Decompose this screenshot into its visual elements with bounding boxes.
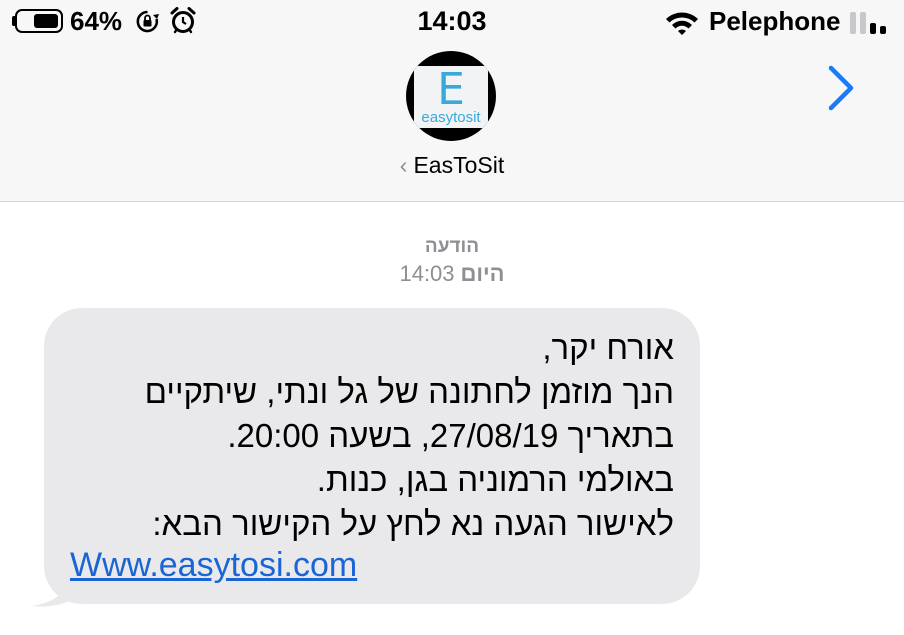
- chevron-left-icon: ‹: [399, 152, 408, 178]
- contact-name-row[interactable]: ‹ EasToSit: [0, 152, 904, 179]
- message-line: הנך מוזמן לחתונה של גל ונתי, שיתקיים: [144, 373, 674, 410]
- message-type-label: הודעה: [424, 236, 480, 257]
- contact-name: EasToSit: [413, 152, 505, 178]
- status-bar: 64% 14:03 Pelephone: [0, 0, 904, 44]
- message-line: בתאריך 27/08/19, בשעה 20:00.: [227, 417, 674, 454]
- avatar-logo: E easytosit: [414, 66, 488, 128]
- avatar-brand: easytosit: [421, 109, 481, 126]
- message-line: באולמי הרמוניה בגן, כנות.: [316, 461, 674, 498]
- message-timestamp: 14:03 היום: [0, 261, 904, 287]
- message-line: אורח יקר,: [542, 329, 674, 366]
- wifi-icon: [666, 12, 698, 35]
- chevron-right-icon[interactable]: [826, 64, 856, 112]
- message-time: 14:03: [399, 261, 455, 286]
- message-line: לאישור הגעה נא לחץ על הקישור הבא:: [152, 505, 674, 542]
- message-link[interactable]: Www.easytosi.com: [70, 546, 357, 585]
- message-day: היום: [460, 261, 505, 286]
- contact-avatar[interactable]: E easytosit: [406, 51, 496, 141]
- conversation-header: 64% 14:03 Pelephone E easytosit ‹ EasToS…: [0, 0, 904, 202]
- carrier-name: Pelephone: [709, 6, 841, 36]
- message-body: אורח יקר, הנך מוזמן לחתונה של גל ונתי, ש…: [70, 326, 674, 546]
- cellular-signal-icon: [850, 12, 886, 34]
- avatar-letter: E: [437, 64, 465, 115]
